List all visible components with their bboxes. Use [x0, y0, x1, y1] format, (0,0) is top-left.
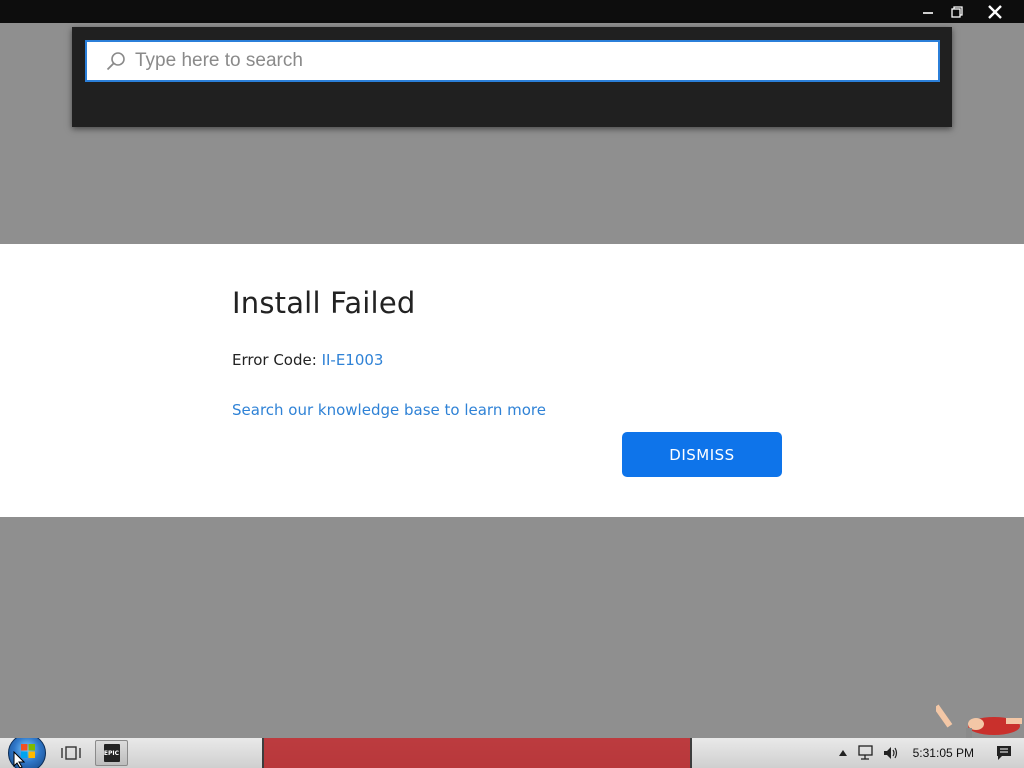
title-bar: [0, 0, 1024, 23]
error-line: Error Code: II-E1003: [232, 351, 383, 369]
taskbar: EPIC 5:31:05 PM: [0, 738, 1024, 768]
error-code-label: Error Code:: [232, 351, 322, 369]
desktop-mascot-image: [936, 704, 1022, 738]
minimize-icon: [923, 11, 933, 14]
dismiss-button[interactable]: DISMISS: [622, 432, 782, 477]
knowledge-base-link[interactable]: Search our knowledge base to learn more: [232, 401, 546, 419]
search-input[interactable]: [135, 50, 915, 72]
taskbar-clock[interactable]: 5:31:05 PM: [903, 738, 984, 768]
close-button[interactable]: [978, 0, 1012, 23]
epic-games-icon: EPIC: [103, 744, 120, 762]
search-panel: [72, 27, 952, 127]
dialog-title: Install Failed: [232, 286, 416, 320]
wallpaper-art: [262, 738, 692, 768]
show-hidden-icons-button[interactable]: [831, 738, 855, 768]
close-icon: [988, 4, 1002, 19]
task-view-icon[interactable]: [60, 743, 82, 763]
install-failed-dialog: Install Failed Error Code: II-E1003 Sear…: [0, 244, 1024, 517]
chevron-up-icon: [838, 750, 847, 756]
network-button[interactable]: [855, 738, 879, 768]
action-center-icon: [997, 746, 1011, 760]
system-tray: 5:31:05 PM: [831, 738, 1024, 768]
search-box[interactable]: [85, 40, 940, 82]
epic-games-taskbar-button[interactable]: EPIC: [95, 740, 128, 766]
volume-button[interactable]: [879, 738, 903, 768]
error-code-value: II-E1003: [321, 351, 384, 369]
mouse-cursor-icon: [13, 751, 25, 768]
search-icon: [105, 50, 127, 72]
restore-button[interactable]: [940, 0, 974, 23]
network-icon: [857, 745, 873, 760]
volume-icon: [883, 747, 897, 759]
restore-icon: [951, 5, 963, 18]
action-center-button[interactable]: [984, 738, 1024, 768]
